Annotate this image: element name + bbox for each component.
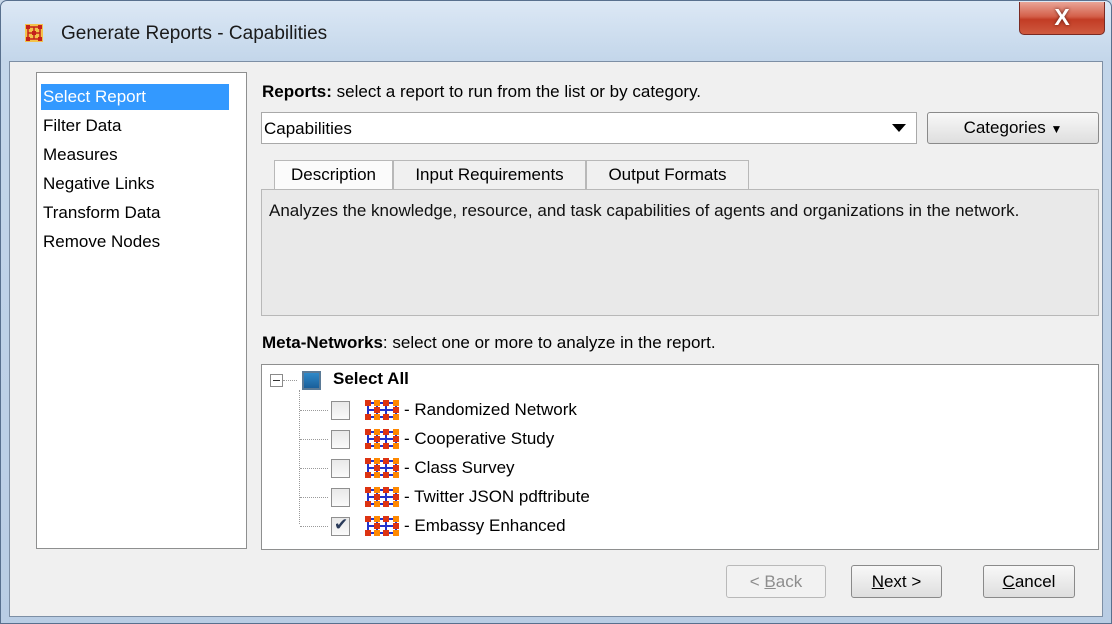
- tab-input-requirements-label: Input Requirements: [415, 165, 564, 184]
- meta-network-label[interactable]: - Twitter JSON pdftribute: [404, 487, 590, 507]
- cancel-button[interactable]: Cancel: [983, 565, 1075, 598]
- step-list: Select Report Filter Data Measures Negative…: [36, 72, 247, 549]
- tab-description[interactable]: Description: [274, 160, 393, 191]
- next-button[interactable]: Next >: [851, 565, 942, 598]
- meta-network-checkbox[interactable]: [331, 401, 350, 420]
- tree-connector: [300, 468, 328, 469]
- sidebar-item-transform-data[interactable]: Transform Data: [41, 200, 160, 226]
- meta-network-checkbox[interactable]: [331, 430, 350, 449]
- categories-label: Categories: [963, 118, 1046, 137]
- tab-output-formats[interactable]: Output Formats: [586, 160, 749, 190]
- description-text: Analyzes the knowledge, resource, and ta…: [269, 201, 1020, 220]
- next-label-post: ext >: [883, 572, 922, 591]
- meta-network-label[interactable]: - Cooperative Study: [404, 429, 554, 449]
- window-title: Generate Reports - Capabilities: [61, 23, 328, 44]
- select-all-label: Select All: [333, 369, 409, 388]
- meta-network-icon: [364, 428, 400, 450]
- meta-network-icon: [364, 486, 400, 508]
- reports-heading-bold: Reports:: [262, 82, 332, 101]
- next-label-mnemonic: N: [871, 572, 884, 591]
- cancel-label-post: ancel: [1014, 572, 1056, 591]
- report-window: Generate Reports - Capabilities X Select…: [0, 0, 1112, 624]
- dropdown-arrow-icon[interactable]: [892, 124, 906, 132]
- description-panel: Analyzes the knowledge, resource, and ta…: [261, 189, 1099, 316]
- sidebar-item-filter-data[interactable]: Filter Data: [41, 113, 121, 139]
- meta-network-checkbox[interactable]: ✔: [331, 515, 350, 536]
- meta-network-icon: [364, 457, 400, 479]
- report-select[interactable]: Capabilities: [261, 112, 917, 144]
- sidebar-item-remove-nodes[interactable]: Remove Nodes: [41, 229, 160, 255]
- sidebar-item-select-report[interactable]: Select Report: [41, 84, 229, 110]
- meta-networks-heading: Meta-Networks: select one or more to ana…: [262, 333, 716, 353]
- meta-network-label[interactable]: - Class Survey: [404, 458, 515, 478]
- meta-network-tree: Select All - Randomized Network - Coopera…: [261, 364, 1099, 550]
- reports-heading-text: select a report to run from the list or …: [331, 82, 702, 101]
- meta-network-icon: [364, 399, 400, 421]
- tree-connector: [300, 410, 328, 411]
- app-network-icon: [25, 24, 43, 42]
- back-label-mnemonic: B: [764, 572, 776, 591]
- tab-input-requirements[interactable]: Input Requirements: [393, 160, 586, 190]
- close-button[interactable]: X: [1019, 2, 1105, 35]
- meta-network-label[interactable]: - Randomized Network: [404, 400, 577, 420]
- tab-description-label: Description: [290, 165, 377, 184]
- collapse-icon[interactable]: [270, 374, 283, 387]
- checkmark-icon: ✔: [334, 515, 349, 534]
- meta-network-checkbox[interactable]: [331, 488, 350, 507]
- close-icon: X: [1054, 4, 1070, 30]
- tree-connector: [283, 380, 297, 381]
- dialog-content: Select Report Filter Data Measures Negative…: [9, 61, 1103, 617]
- select-all-checkbox[interactable]: [302, 371, 321, 390]
- tree-connector: [300, 526, 328, 527]
- meta-networks-heading-text: : select one or more to analyze in the r…: [382, 333, 716, 352]
- tree-connector: [300, 439, 328, 440]
- sidebar-item-negative-links[interactable]: Negative Links: [41, 171, 155, 197]
- meta-network-label[interactable]: - Embassy Enhanced: [404, 516, 566, 536]
- reports-heading: Reports: select a report to run from the…: [262, 82, 701, 102]
- meta-network-icon: [364, 515, 400, 537]
- tab-output-formats-label: Output Formats: [608, 165, 727, 184]
- caret-down-icon: ▼: [1050, 122, 1063, 136]
- categories-button[interactable]: Categories ▼: [927, 112, 1099, 144]
- back-button[interactable]: < Back: [726, 565, 826, 598]
- tree-connector: [300, 497, 328, 498]
- meta-network-checkbox[interactable]: [331, 459, 350, 478]
- cancel-label-mnemonic: C: [1002, 572, 1015, 591]
- title-bar[interactable]: Generate Reports - Capabilities X: [1, 1, 1111, 61]
- back-label-post: ack: [775, 572, 803, 591]
- meta-networks-heading-bold: Meta-Networks: [262, 333, 383, 352]
- back-label-pre: <: [749, 572, 765, 591]
- sidebar-item-measures[interactable]: Measures: [41, 142, 118, 168]
- report-select-value: Capabilities: [264, 119, 352, 138]
